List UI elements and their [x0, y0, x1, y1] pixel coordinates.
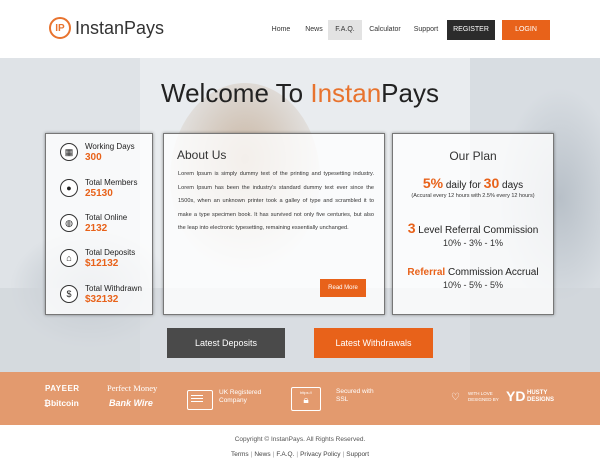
nav-calculator[interactable]: Calculator	[365, 20, 405, 40]
calendar-icon: ▦	[60, 143, 78, 161]
stat-working-days: ▦ Working Days 300	[46, 138, 152, 172]
plan-panel: Our Plan 5% daily for 30 days (Accural e…	[392, 133, 554, 315]
bank-icon: ⌂	[60, 249, 78, 267]
hero-title: Welcome To InstanPays	[161, 78, 439, 108]
plan-level-values: 10% - 3% - 1%	[442, 238, 504, 248]
footer-links: Terms | News | F.A.Q. | Privacy Policy | Support	[230, 451, 370, 458]
stat-value: $32132	[85, 294, 119, 305]
uk-registered-label: UK Registered Company	[219, 389, 262, 404]
hero-section: Welcome To InstanPays ▦ Working Days 300…	[0, 58, 600, 372]
footer-link-faq[interactable]: F.A.Q.	[276, 451, 294, 458]
nav-news[interactable]: News	[299, 20, 329, 40]
site-footer: Copyright © InstanPays. All Rights Reser…	[0, 425, 600, 468]
site-header: IP InstanPays Home News F.A.Q. Calculato…	[0, 0, 600, 58]
stat-label: Total Deposits	[85, 248, 136, 257]
designed-by-label: WITH LOVE DESIGNED BY	[468, 391, 499, 402]
payeer-logo: PAYEER	[45, 384, 80, 393]
stats-panel: ▦ Working Days 300 ● Total Members 25130…	[45, 133, 153, 315]
certificate-icon	[187, 390, 213, 410]
partners-band: PAYEER ₿bitcoin Perfect Money Bank Wire …	[0, 372, 600, 425]
bitcoin-logo: ₿bitcoin	[44, 398, 79, 408]
plan-accrual-note: (Accural every 12 hours with 2.5% every …	[411, 193, 535, 199]
globe-icon: ◍	[60, 214, 78, 232]
copyright-text: Copyright © InstanPays. All Rights Reser…	[234, 436, 366, 443]
ssl-label: Secured with SSL	[336, 388, 374, 403]
login-button[interactable]: LOGIN	[502, 20, 550, 40]
user-icon: ●	[60, 179, 78, 197]
plan-level-commission: 3 Level Referral Commission 10% - 3% - 1…	[393, 220, 553, 248]
stat-total-withdrawn: $ Total Withdrawn $32132	[46, 280, 152, 314]
footer-link-news[interactable]: News	[254, 451, 270, 458]
read-more-button[interactable]: Read More	[320, 279, 366, 297]
plan-rate: 5% daily for 30 days (Accural every 12 h…	[393, 175, 553, 199]
footer-link-terms[interactable]: Terms	[231, 451, 249, 458]
stat-label: Total Withdrawn	[85, 284, 142, 293]
plan-referral-values: 10% - 5% - 5%	[442, 280, 504, 290]
ssl-lock-icon: https://🔒︎	[291, 387, 321, 411]
footer-link-support[interactable]: Support	[346, 451, 369, 458]
stat-value: 25130	[85, 188, 113, 199]
money-bag-icon: $	[60, 285, 78, 303]
about-title: About Us	[177, 148, 227, 162]
latest-deposits-button[interactable]: Latest Deposits	[167, 328, 285, 358]
register-button[interactable]: REGISTER	[447, 20, 495, 40]
nav-faq[interactable]: F.A.Q.	[328, 20, 362, 40]
husty-designs-text: HUSTY DESIGNS	[527, 390, 555, 403]
stat-total-members: ● Total Members 25130	[46, 174, 152, 208]
perfect-money-logo: Perfect Money	[107, 383, 158, 393]
bank-wire-logo: Bank Wire	[109, 398, 153, 408]
husty-designs-logo[interactable]: YD	[506, 388, 525, 404]
stat-total-online: ◍ Total Online 2132	[46, 209, 152, 243]
stat-label: Total Online	[85, 213, 128, 222]
nav-support[interactable]: Support	[409, 20, 443, 40]
about-panel: About Us Lorem Ipsum is simply dummy tex…	[163, 133, 385, 315]
stat-value: 2132	[85, 223, 108, 234]
nav-home[interactable]: Home	[266, 20, 296, 40]
stat-value: $12132	[85, 258, 119, 269]
stat-value: 300	[85, 152, 102, 163]
stat-total-deposits: ⌂ Total Deposits $12132	[46, 244, 152, 278]
stat-label: Total Members	[85, 178, 138, 187]
latest-withdrawals-button[interactable]: Latest Withdrawals	[314, 328, 433, 358]
footer-link-privacy[interactable]: Privacy Policy	[300, 451, 340, 458]
stat-label: Working Days	[85, 142, 135, 151]
plan-title: Our Plan	[449, 149, 497, 163]
plan-referral-commission: Referral Commission Accrual 10% - 5% - 5…	[393, 267, 553, 290]
about-text: Lorem Ipsum is simply dummy text of the …	[178, 171, 374, 231]
heart-icon: ♡	[451, 392, 460, 403]
